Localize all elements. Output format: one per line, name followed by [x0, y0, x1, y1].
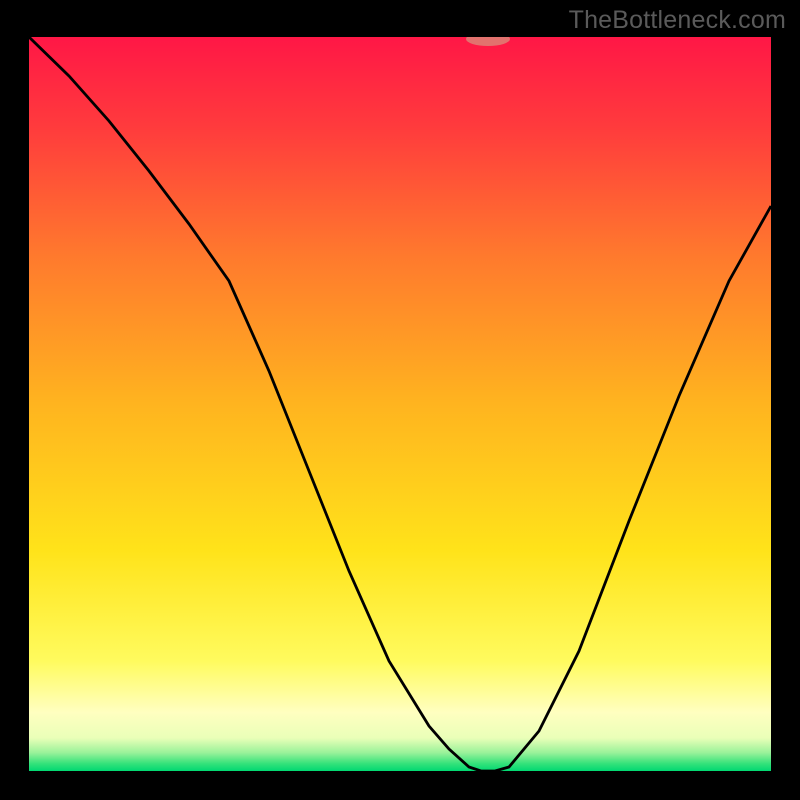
chart-frame: TheBottleneck.com	[0, 0, 800, 800]
gradient-background	[29, 37, 771, 771]
plot-area	[29, 37, 771, 771]
watermark-text: TheBottleneck.com	[569, 6, 786, 35]
chart-svg	[29, 37, 771, 771]
